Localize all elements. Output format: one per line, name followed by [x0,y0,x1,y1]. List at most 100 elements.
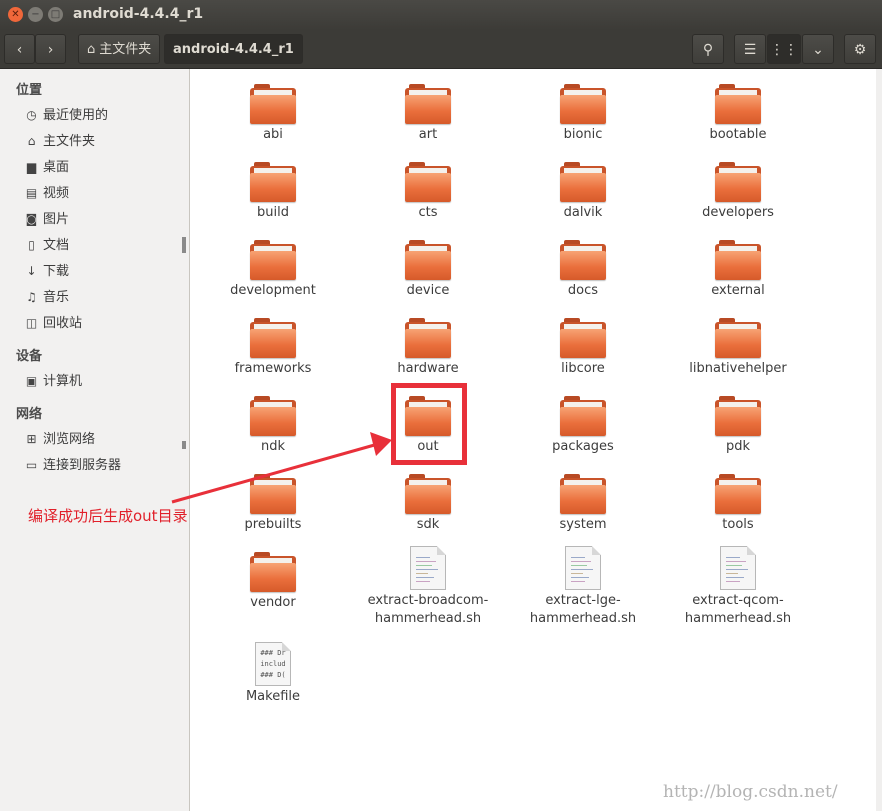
folder-pdk[interactable]: pdk [663,396,813,456]
network-icon: ⊞ [26,432,37,446]
sidebar-item-music[interactable]: ♫ 音乐 [24,286,69,308]
list-view-button[interactable]: ☰ [734,34,766,64]
sidebar-item-label: 计算机 [43,374,83,389]
sidebar-item-trash[interactable]: ◫ 回收站 [24,312,82,334]
file-label: extract-lge-hammerhead.sh [508,592,658,628]
breadcrumb-home[interactable]: ⌂ 主文件夹 [78,34,161,64]
grid-view-button[interactable]: ⋮⋮ [767,34,801,64]
sidebar-scroll-marker [182,441,186,449]
folder-icon [405,84,451,124]
chevron-down-icon: ⌄ [812,42,824,58]
folder-icon [560,240,606,280]
file-extract-lge[interactable]: extract-lge-hammerhead.sh [508,546,658,628]
folder-build[interactable]: build [198,162,348,222]
folder-bionic[interactable]: bionic [508,84,658,144]
annotation-text: 编译成功后生成out目录 [28,507,188,525]
sidebar-scroll-marker [182,237,186,253]
file-label: abi [263,127,283,142]
file-label: art [418,127,438,142]
folder-abi[interactable]: abi [198,84,348,144]
script-file-icon [720,546,756,590]
settings-button[interactable]: ⚙ [844,34,876,64]
folder-prebuilts[interactable]: prebuilts [198,474,348,534]
breadcrumb-current[interactable]: android-4.4.4_r1 [164,34,303,64]
sidebar-item-browse-network[interactable]: ⊞ 浏览网络 [24,428,95,450]
folder-libnativehelper[interactable]: libnativehelper [663,318,813,378]
file-label-line: hammerhead.sh [529,611,637,626]
view-options-button[interactable]: ⌄ [802,34,834,64]
folder-packages[interactable]: packages [508,396,658,456]
forward-button[interactable]: › [35,34,66,64]
folder-docs[interactable]: docs [508,240,658,300]
folder-developers[interactable]: developers [663,162,813,222]
sidebar-item-label: 主文件夹 [43,134,96,149]
file-makefile[interactable]: ### Dr includ ### D( Makefile [198,642,348,706]
file-label: developers [702,205,774,220]
music-icon: ♫ [26,290,37,304]
sidebar-item-label: 音乐 [43,290,70,305]
folder-vendor[interactable]: vendor [198,552,348,612]
file-label: libcore [561,361,605,376]
sidebar-item-desktop[interactable]: ▆ 桌面 [24,156,69,178]
window-close-button[interactable]: ✕ [8,7,23,22]
folder-hardware[interactable]: hardware [353,318,503,378]
folder-art[interactable]: art [353,84,503,144]
grid-icon: ⋮⋮ [770,42,798,58]
folder-icon [560,84,606,124]
sidebar-item-videos[interactable]: ▤ 视频 [24,182,69,204]
trash-icon: ◫ [25,316,38,330]
file-label-line: extract-qcom- [692,593,784,608]
sidebar-item-label: 连接到服务器 [43,458,122,473]
sidebar-item-label: 最近使用的 [43,108,109,123]
folder-development[interactable]: development [198,240,348,300]
folder-ndk[interactable]: ndk [198,396,348,456]
folder-device[interactable]: device [353,240,503,300]
sidebar-item-label: 桌面 [43,160,70,175]
folder-external[interactable]: external [663,240,813,300]
folder-icon [560,396,606,436]
folder-frameworks[interactable]: frameworks [198,318,348,378]
scrollbar[interactable] [876,69,882,811]
sidebar-item-recent[interactable]: ◷ 最近使用的 [24,104,108,126]
folder-system[interactable]: system [508,474,658,534]
search-button[interactable]: ⚲ [692,34,724,64]
folder-icon [250,162,296,202]
folder-dalvik[interactable]: dalvik [508,162,658,222]
file-label-line: extract-broadcom- [367,593,489,608]
makefile-preview-line: ### Dr [260,649,286,657]
sidebar-item-downloads[interactable]: ↓ 下载 [24,260,69,282]
server-icon: ▭ [25,458,38,472]
folder-cts[interactable]: cts [353,162,503,222]
folder-bootable[interactable]: bootable [663,84,813,144]
sidebar-item-documents[interactable]: ▯ 文档 [24,234,69,256]
folder-icon [560,318,606,358]
window-maximize-button[interactable]: □ [48,7,63,22]
sidebar-item-label: 图片 [43,212,70,227]
file-label: development [230,283,316,298]
folder-icon [715,474,761,514]
sidebar-item-home[interactable]: ⌂ 主文件夹 [24,130,95,152]
file-extract-qcom[interactable]: extract-qcom-hammerhead.sh [663,546,813,628]
computer-icon: ▣ [25,374,38,388]
file-label: bionic [563,127,603,142]
file-label: vendor [250,595,296,610]
folder-icon [250,84,296,124]
window-minimize-button[interactable]: − [28,7,43,22]
sidebar-item-pictures[interactable]: ◙ 图片 [24,208,69,230]
folder-sdk[interactable]: sdk [353,474,503,534]
folder-icon [405,240,451,280]
file-label: prebuilts [244,517,302,532]
folder-icon [715,162,761,202]
file-label: bootable [709,127,767,142]
file-extract-broadcom[interactable]: extract-broadcom-hammerhead.sh [353,546,503,628]
sidebar-item-computer[interactable]: ▣ 计算机 [24,370,82,392]
back-button[interactable]: ‹ [4,34,35,64]
sidebar-item-connect-server[interactable]: ▭ 连接到服务器 [24,454,121,476]
folder-tools[interactable]: tools [663,474,813,534]
folder-icon [405,318,451,358]
breadcrumb-home-label: 主文件夹 [99,42,152,57]
sidebar-item-label: 文档 [43,238,70,253]
highlight-box-out [391,383,467,465]
folder-libcore[interactable]: libcore [508,318,658,378]
sidebar-section-devices: 设备 [16,349,43,364]
